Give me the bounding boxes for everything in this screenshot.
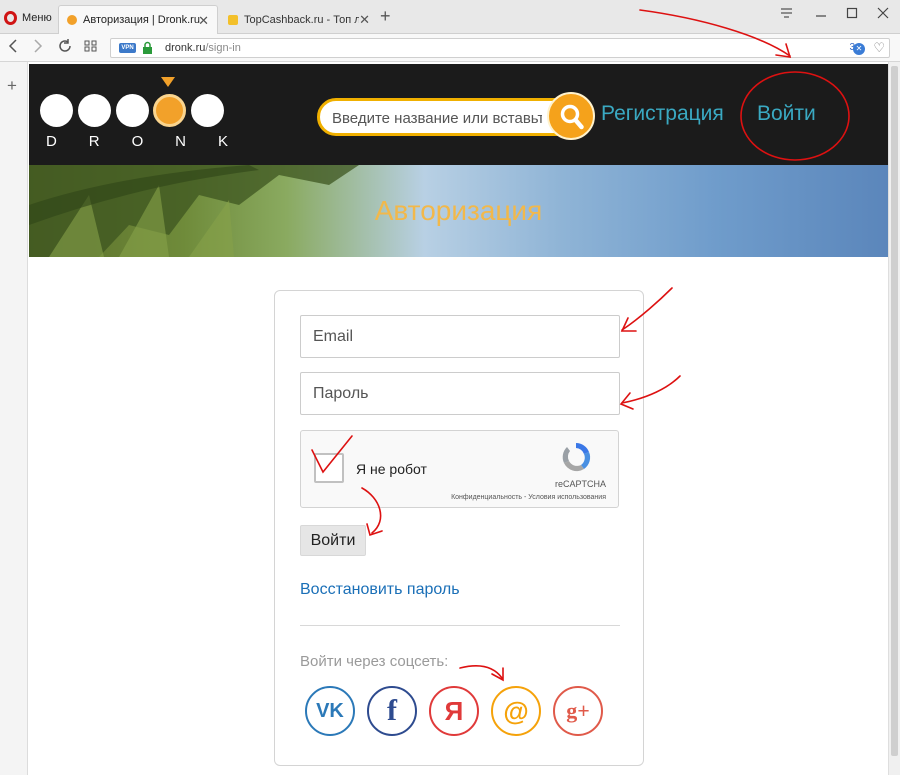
opera-menu-button[interactable]: Меню (4, 9, 52, 27)
opera-logo-icon (4, 11, 17, 25)
forward-icon[interactable] (33, 38, 43, 58)
page-title: Авторизация (374, 195, 543, 226)
close-window-icon[interactable] (877, 6, 889, 22)
logo-dot-orange (153, 94, 186, 127)
hero-banner: Авторизация (29, 165, 888, 257)
speed-dial-icon[interactable] (84, 38, 97, 58)
password-field[interactable] (300, 372, 620, 415)
extension-shield-icon[interactable]: ✕ (853, 43, 865, 55)
url-domain: dronk.ru (165, 42, 206, 54)
tab-title: TopCashback.ru - Топ лучш (244, 13, 359, 26)
login-link[interactable]: Войти (757, 102, 816, 126)
minimize-icon[interactable] (815, 6, 827, 22)
back-icon[interactable] (8, 38, 18, 58)
search-icon (560, 104, 584, 130)
mail-login-button[interactable]: @ (491, 686, 541, 736)
login-card: Я не робот reCAPTCHA Конфиденциальность … (274, 290, 644, 766)
recaptcha-label: Я не робот (356, 461, 427, 477)
logo-letter: D (46, 133, 59, 150)
logo-text: D R O N K (46, 133, 230, 150)
url-text: dronk.ru/sign-in (165, 42, 241, 54)
divider (300, 625, 620, 626)
search-input[interactable] (332, 108, 542, 128)
recaptcha-checkbox[interactable] (314, 453, 344, 483)
facebook-icon: f (387, 694, 397, 727)
url-path: /sign-in (205, 42, 241, 54)
logo-dot (40, 94, 73, 127)
tab-close-icon[interactable]: ✕ (359, 12, 370, 28)
browser-window: Меню Авторизация | Dronk.ru ✕ TopCashbac… (0, 0, 900, 775)
logo-letter: O (131, 133, 146, 150)
bookmark-heart-icon[interactable]: ♡ (873, 40, 885, 56)
new-tab-button[interactable]: + (380, 6, 391, 27)
tab-topcashback[interactable]: TopCashback.ru - Топ лучш ✕ (220, 5, 378, 34)
sidebar-add-icon[interactable]: + (7, 76, 17, 96)
recaptcha-privacy-terms[interactable]: Конфиденциальность - Условия использован… (451, 494, 606, 501)
search-box[interactable] (317, 98, 577, 136)
dronk-logo[interactable]: D R O N K (40, 74, 230, 156)
scrollbar-thumb[interactable] (891, 66, 898, 756)
recaptcha-widget: Я не робот reCAPTCHA Конфиденциальность … (300, 430, 619, 508)
url-field[interactable]: VPN dronk.ru/sign-in 3 ✕ ♡ (110, 38, 890, 58)
logo-dot (116, 94, 149, 127)
tab-title: Авторизация | Dronk.ru (83, 14, 200, 26)
logo-triangle-icon (161, 77, 175, 87)
logo-letter: R (88, 133, 102, 150)
sidebar-panel: + (0, 62, 28, 775)
tab-bar: Меню Авторизация | Dronk.ru ✕ TopCashbac… (0, 0, 900, 34)
tab-dronk-auth[interactable]: Авторизация | Dronk.ru ✕ (58, 5, 218, 34)
menu-label: Меню (22, 12, 52, 24)
secure-lock-icon[interactable] (142, 41, 153, 55)
vk-icon: VK (316, 700, 344, 722)
logo-letter: K (217, 133, 230, 150)
maximize-icon[interactable] (846, 6, 858, 22)
social-login-label: Войти через соцсеть: (300, 653, 449, 670)
page-scrollbar[interactable] (888, 62, 900, 775)
search-button[interactable] (547, 92, 595, 140)
google-plus-icon: g+ (566, 698, 590, 723)
logo-letter: N (175, 133, 189, 150)
tab-close-icon[interactable]: ✕ (198, 13, 209, 29)
dronk-favicon-icon (67, 15, 77, 25)
vpn-badge-icon[interactable]: VPN (119, 43, 136, 53)
recaptcha-logo-icon (562, 443, 591, 472)
lock-favicon-icon (228, 14, 238, 25)
vk-login-button[interactable]: VK (305, 686, 355, 736)
login-button[interactable]: Войти (300, 525, 366, 556)
logo-dot (78, 94, 111, 127)
email-field[interactable] (300, 315, 620, 358)
restore-password-link[interactable]: Восстановить пароль (300, 581, 460, 599)
yandex-login-button[interactable]: Я (429, 686, 479, 736)
reload-icon[interactable] (58, 38, 72, 58)
facebook-login-button[interactable]: f (367, 686, 417, 736)
yandex-icon: Я (444, 696, 464, 726)
site-header: D R O N K Регистрация Войти (29, 64, 888, 165)
mail-icon: @ (503, 696, 529, 726)
tab-menu-icon[interactable] (780, 6, 793, 22)
address-bar: VPN dronk.ru/sign-in 3 ✕ ♡ (0, 34, 900, 62)
register-link[interactable]: Регистрация (601, 102, 724, 126)
google-plus-login-button[interactable]: g+ (553, 686, 603, 736)
logo-dot (191, 94, 224, 127)
recaptcha-brand: reCAPTCHA (554, 479, 606, 489)
